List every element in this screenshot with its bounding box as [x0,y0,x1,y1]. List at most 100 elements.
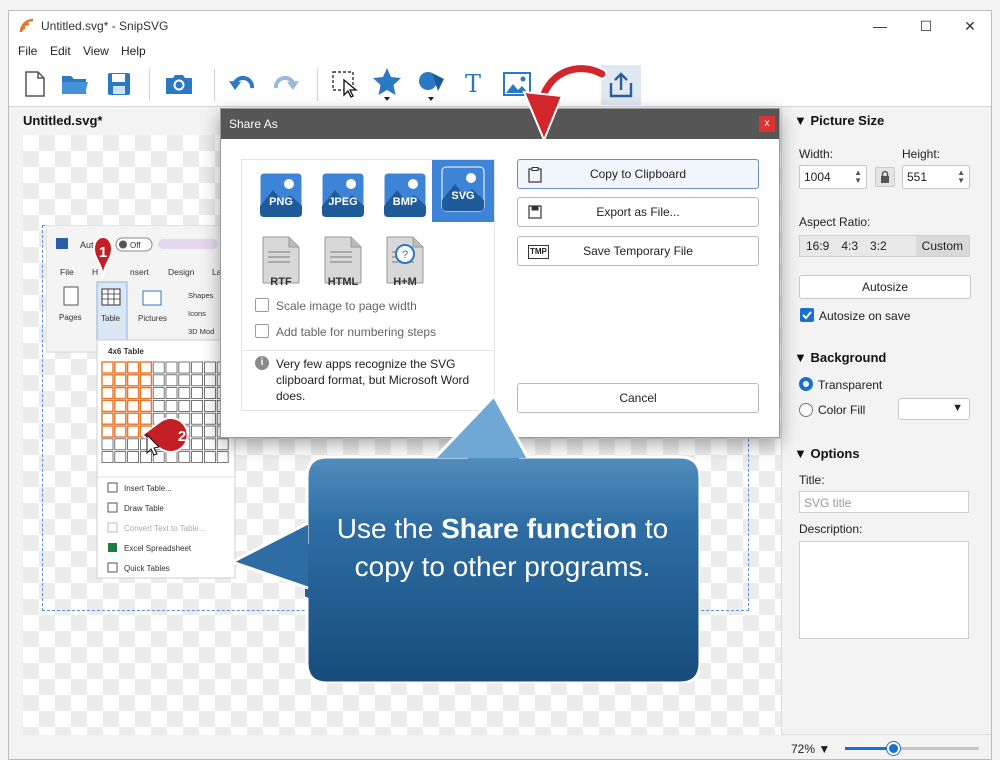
grid-cell[interactable] [114,412,127,425]
grid-cell[interactable] [203,451,216,464]
aspect-4-3[interactable]: 4:3 [835,236,864,256]
grid-cell[interactable] [152,374,165,387]
grid-cell[interactable] [178,374,191,387]
aspect-custom[interactable]: Custom [915,236,969,256]
undo-button[interactable] [225,66,261,102]
grid-cell[interactable] [101,399,114,413]
add-table-checkbox[interactable] [255,324,269,338]
grid-cell[interactable] [152,387,165,400]
close-button[interactable]: ✕ [947,11,991,41]
grid-cell[interactable] [191,387,204,400]
grid-cell[interactable] [165,387,178,400]
grid-cell[interactable] [126,412,140,425]
redo-button[interactable] [267,66,303,102]
grid-cell[interactable] [165,374,178,387]
transparent-radio[interactable] [799,377,813,391]
grid-cell[interactable] [216,438,229,451]
grid-cell[interactable] [203,425,216,438]
height-input[interactable]: 551 ▲ ▼ [902,165,970,189]
select-tool-button[interactable] [327,66,363,102]
new-file-button[interactable] [17,66,53,102]
grid-cell[interactable] [126,374,140,387]
scale-image-checkbox[interactable] [255,298,269,312]
grid-cell[interactable] [126,386,140,400]
grid-cell[interactable] [101,438,114,451]
grid-cell[interactable] [191,412,204,425]
grid-cell[interactable] [178,451,191,464]
excel-spreadsheet-item[interactable]: Excel Spreadsheet [124,544,192,553]
grid-cell[interactable] [114,425,127,438]
export-as-file-button[interactable]: Export as File... [517,197,759,227]
format-jpeg-tile[interactable]: JPEG [312,166,374,228]
grid-cell[interactable] [178,399,191,412]
grid-cell[interactable] [191,374,204,387]
grid-cell[interactable] [191,438,204,451]
grid-cell[interactable] [114,438,127,451]
grid-cell[interactable] [101,386,114,400]
grid-cell[interactable] [126,399,140,413]
grid-cell[interactable] [139,361,153,374]
width-input[interactable]: 1004 ▲ ▼ [799,165,867,189]
grid-cell[interactable] [139,412,153,425]
save-temporary-file-button[interactable]: TMP Save Temporary File [517,236,759,266]
grid-cell[interactable] [101,425,114,438]
grid-cell[interactable] [101,412,114,425]
maximize-button[interactable]: ☐ [903,11,949,41]
grid-cell[interactable] [178,361,191,374]
grid-cell[interactable] [165,399,178,412]
picture-size-heading[interactable]: ▼ Picture Size [794,113,884,128]
grid-cell[interactable] [165,451,178,464]
aspect-3-2[interactable]: 3:2 [864,236,893,256]
grid-cell[interactable] [101,374,114,387]
dialog-close-button[interactable]: x [759,116,775,132]
grid-cell[interactable] [152,361,165,374]
grid-cell[interactable] [114,361,127,374]
grid-cell[interactable] [191,399,204,412]
grid-cell[interactable] [203,361,216,374]
lock-aspect-button[interactable] [875,167,895,187]
capture-button[interactable] [161,66,197,102]
grid-cell[interactable] [203,387,216,400]
save-button[interactable] [101,66,137,102]
minimize-button[interactable]: — [857,11,903,41]
grid-cell[interactable] [203,374,216,387]
grid-cell[interactable] [127,451,139,464]
grid-cell[interactable] [191,425,204,438]
grid-cell[interactable] [114,399,127,413]
grid-cell[interactable] [139,399,153,413]
grid-cell[interactable] [127,438,139,451]
grid-cell[interactable] [114,386,127,400]
aspect-16-9[interactable]: 16:9 [800,236,835,256]
shapes-tool-button[interactable] [413,66,449,102]
zoom-slider-track[interactable] [845,742,979,755]
format-rtf-tile[interactable]: RTF [250,230,312,292]
format-png-tile[interactable]: PNG [250,166,312,228]
autosize-on-save-checkbox[interactable] [800,308,814,322]
grid-cell[interactable] [126,361,140,374]
embedded-screenshot[interactable]: AutoSa Off File H nsert Design La Pages … [46,225,236,580]
grid-cell[interactable] [101,361,114,374]
format-svg-tile[interactable]: SVG [432,160,494,222]
grid-cell[interactable] [114,451,127,464]
spin-arrows-icon[interactable]: ▲ ▼ [854,169,862,185]
grid-cell[interactable] [203,438,216,451]
grid-cell[interactable] [140,451,152,464]
grid-cell[interactable] [203,399,216,412]
grid-cell[interactable] [203,412,216,425]
options-heading[interactable]: ▼ Options [794,446,860,461]
grid-cell[interactable] [101,451,114,464]
background-heading[interactable]: ▼ Background [794,350,886,365]
color-picker-dropdown[interactable]: ▼ [898,398,970,420]
draw-table-item[interactable]: Draw Table [124,504,164,513]
description-input[interactable] [799,541,969,639]
zoom-level[interactable]: 72% ▼ [791,742,830,756]
spin-arrows-icon[interactable]: ▲ ▼ [957,169,965,185]
format-bmp-tile[interactable]: BMP [374,166,436,228]
grid-cell[interactable] [126,425,140,438]
grid-cell[interactable] [165,361,178,374]
grid-cell[interactable] [139,386,153,400]
copy-to-clipboard-button[interactable]: Copy to Clipboard [517,159,759,189]
color-fill-radio[interactable] [799,403,813,417]
zoom-slider-thumb[interactable] [887,742,901,755]
grid-cell[interactable] [216,451,229,464]
